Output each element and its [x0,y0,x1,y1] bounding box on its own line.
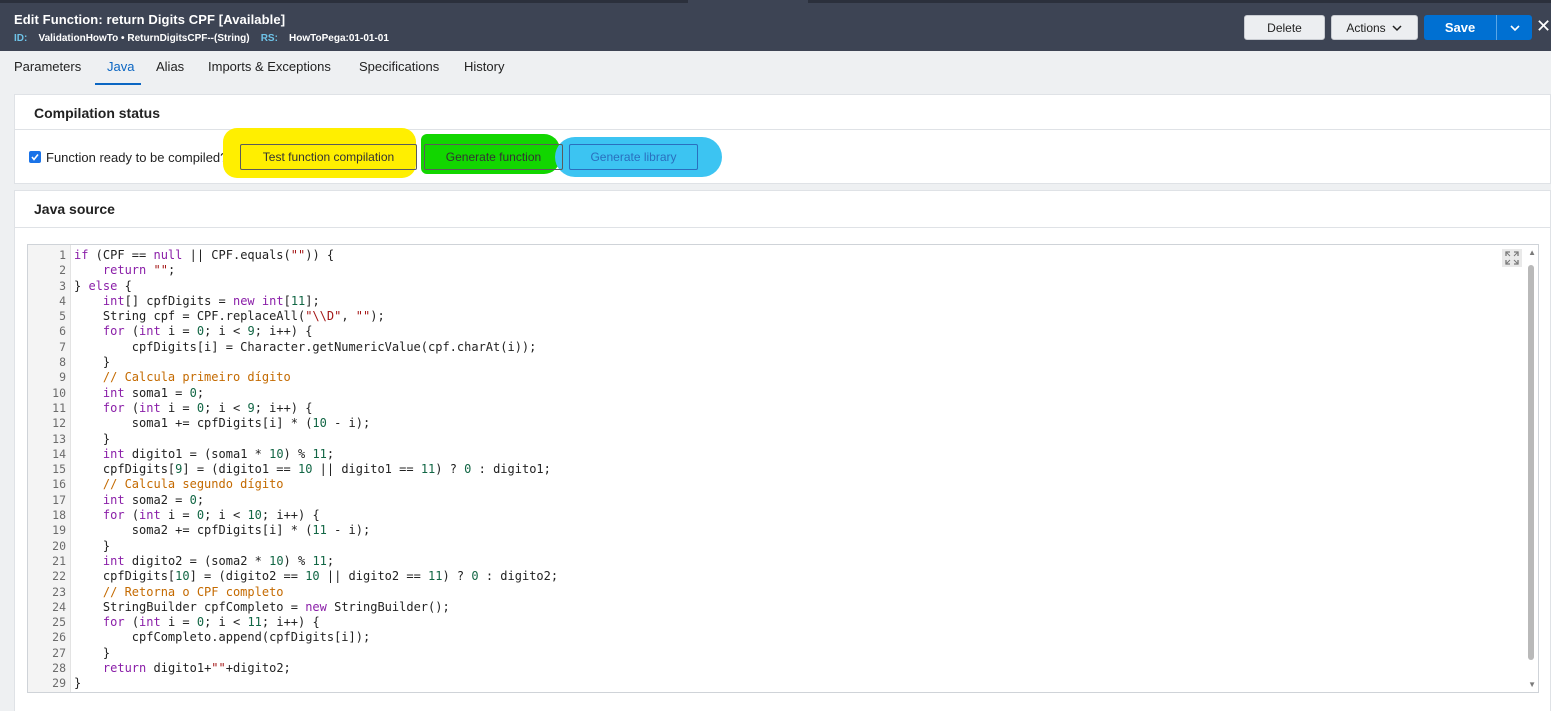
code-text: } [74,645,111,660]
rs-value: HowToPega:01-01-01 [289,33,389,44]
expand-icon[interactable] [1502,249,1522,267]
line-number: 14 [52,446,66,461]
code-text: for (int i = 0; i < 10; i++) { [102,508,320,523]
header-top-strip [0,0,688,3]
line-number: 1 [59,248,66,262]
tab-specifications[interactable]: Specifications [359,59,439,74]
code-text: // Retorna o CPF completo [102,584,284,599]
code-text: soma1 += cpfDigits[i] * (10 - i); [74,416,371,431]
code-text: return digito1+""+digito2; [102,661,291,676]
compilation-status-title: Compilation status [34,105,161,121]
actions-label: Actions [1346,20,1386,35]
java-source-title: Java source [34,201,115,217]
line-number: 8 [59,355,66,370]
active-tab-indicator [95,83,141,85]
line-number: 11 [52,400,66,415]
delete-button[interactable]: Delete [1244,15,1325,40]
line-number: 19 [52,523,66,538]
line-number: 27 [52,645,66,660]
code-text: int soma1 = 0; [102,385,205,400]
code-text: int soma2 = 0; [102,492,205,507]
code-editor[interactable]: 1 if (CPF == null || CPF.equals("")) { 2 r… [27,244,1539,693]
code-text: cpfCompleto.append(cpfDigits[i]); [74,630,371,645]
code-text: return ""; [102,263,176,278]
line-number: 2 [59,263,66,278]
tab-alias[interactable]: Alias [156,59,184,74]
id-value: ValidationHowTo • ReturnDigitsCPF--(Stri… [38,33,250,44]
line-number: 7 [59,339,66,354]
code-text: StringBuilder cpfCompleto = new StringBu… [74,599,450,614]
tab-parameters[interactable]: Parameters [14,59,81,74]
line-number: 10 [52,385,66,400]
line-number: 23 [52,584,66,599]
scrollbar-thumb[interactable] [1528,265,1534,660]
code-text: soma2 += cpfDigits[i] * (11 - i); [74,523,371,538]
line-number: 15 [52,462,66,477]
test-function-compilation-button[interactable]: Test function compilation [240,144,417,170]
tab-imports-exceptions[interactable]: Imports & Exceptions [208,59,331,74]
line-number: 5 [59,309,66,324]
line-number: 24 [52,599,66,614]
line-number: 16 [52,477,66,492]
checkmark-icon [31,154,39,161]
code-text: cpfDigits[9] = (digito1 == 10 || digito1… [74,462,551,477]
line-number: 29 [52,676,66,691]
id-label: ID: [14,33,28,44]
code-text: int digito1 = (soma1 * 10) % 11; [102,446,335,461]
tab-java[interactable]: Java [107,59,134,74]
line-number: 6 [59,324,66,339]
page-title: Edit Function: return Digits CPF [Availa… [14,12,286,27]
line-number: 3 [59,278,66,293]
line-number: 13 [52,431,66,446]
line-number: 18 [52,508,66,523]
line-number: 12 [52,416,66,431]
ready-to-compile-checkbox[interactable] [29,151,41,163]
code-text: for (int i = 0; i < 9; i++) { [102,324,313,339]
code-text: int[] cpfDigits = new int[11]; [102,293,320,308]
rule-identifiers: ID: ValidationHowTo • ReturnDigitsCPF--(… [14,33,389,44]
code-text: cpfDigits[10] = (digito2 == 10 || digito… [74,569,559,584]
tab-bar: Parameters Java Alias Imports & Exceptio… [0,51,1551,85]
save-options-button[interactable] [1497,15,1532,40]
header-top-strip [808,0,1551,3]
code-text: String cpf = CPF.replaceAll("\\D", ""); [74,309,385,324]
form-header: Edit Function: return Digits CPF [Availa… [0,0,1551,51]
line-number: 22 [52,569,66,584]
rs-label: RS: [260,33,278,44]
panel-divider [15,227,1551,228]
scroll-down-icon[interactable]: ▼ [1528,680,1536,689]
tab-history[interactable]: History [464,59,504,74]
code-text: // Calcula primeiro dígito [102,370,291,385]
generate-library-button[interactable]: Generate library [569,144,698,170]
code-text: } [74,676,82,691]
actions-button[interactable]: Actions [1331,15,1418,40]
line-number: 20 [52,538,66,553]
code-text: } [74,355,111,370]
line-number: 4 [59,293,66,308]
line-number: 25 [52,615,66,630]
save-button[interactable]: Save [1424,15,1497,40]
line-number: 26 [52,630,66,645]
line-number: 21 [52,553,66,568]
code-text: for (int i = 0; i < 9; i++) { [102,400,313,415]
code-text: // Calcula segundo dígito [102,477,284,492]
line-number: 9 [59,370,66,385]
line-number: 28 [52,661,66,676]
ready-to-compile-label: Function ready to be compiled? [46,150,228,165]
fullscreen-icon [1505,251,1519,265]
scroll-up-icon[interactable]: ▲ [1528,248,1536,257]
code-text: } [74,538,111,553]
chevron-down-icon [1509,24,1520,31]
code-text: } else { [74,278,132,293]
code-text: if (CPF == null || CPF.equals("")) { [74,248,335,262]
code-text: int digito2 = (soma2 * 10) % 11; [102,553,335,568]
code-text: cpfDigits[i] = Character.getNumericValue… [74,339,537,354]
line-number: 17 [52,492,66,507]
generate-function-button[interactable]: Generate function [424,144,563,170]
save-button-group: Save [1424,15,1532,40]
close-icon[interactable]: ✕ [1536,17,1551,35]
code-text: } [74,431,111,446]
chevron-down-icon [1392,24,1402,31]
code-text: for (int i = 0; i < 11; i++) { [102,615,320,630]
